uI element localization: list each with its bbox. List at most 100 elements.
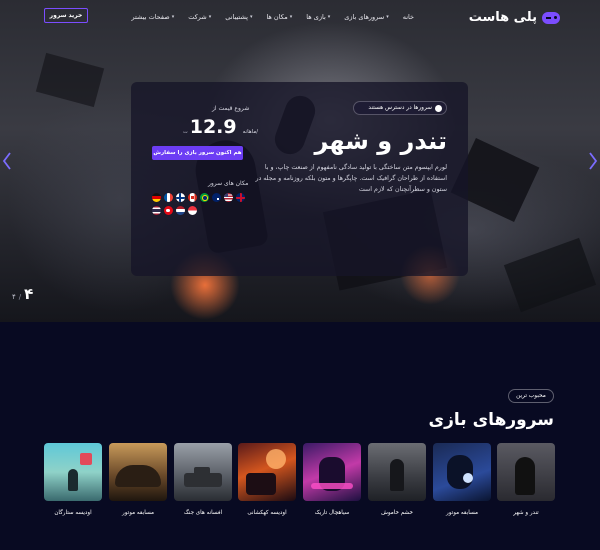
flag-brazil-icon[interactable]: [200, 193, 209, 202]
availability-pill: سرورها در دسترس هستند: [353, 101, 447, 115]
chevron-down-icon: ▾: [208, 14, 212, 20]
section-title: سرورهای بازی: [428, 410, 554, 430]
hero-title: تندر و شهر: [314, 127, 448, 155]
thumb-light: [463, 473, 473, 483]
debris-shape: [35, 52, 105, 108]
chevron-down-icon: ▾: [249, 14, 253, 20]
gamepad-icon: [542, 11, 560, 24]
debris-shape: [503, 237, 597, 313]
thumb-figure: [246, 473, 276, 495]
nav-item-label: پشتیبانی: [225, 13, 248, 21]
location-flags: [152, 193, 247, 215]
thumb-figure: [184, 473, 222, 487]
nav-item-label: خانه: [402, 13, 414, 21]
thumb-figure: [390, 459, 404, 491]
price-row: ت 12.9 ماهانه/: [183, 116, 258, 138]
game-label: سیاهچال تاریک: [314, 510, 350, 516]
game-card[interactable]: خشم خاموش: [368, 443, 426, 516]
flag-germany-icon[interactable]: [152, 193, 161, 202]
game-thumbnail: [368, 443, 426, 501]
game-thumbnail: [303, 443, 361, 501]
nav-item-locations[interactable]: مکان ها ▾: [266, 13, 292, 21]
price-currency: ت: [183, 129, 188, 135]
chevron-down-icon: ▾: [289, 14, 293, 20]
thumb-figure: [194, 467, 210, 475]
slide-counter: ۴ / ۴: [12, 285, 33, 303]
game-thumbnail: [497, 443, 555, 501]
brand-name: پلی هاست: [468, 10, 537, 25]
availability-text: سرورها در دسترس هستند: [368, 105, 432, 111]
order-server-button[interactable]: هم اکنون سرور بازی را سفارش: [152, 146, 243, 160]
flag-uk-icon[interactable]: [236, 193, 245, 202]
hero-banner: پلی هاست خانه سرورهای بازی ▾ بازی ها ▾ مکا…: [0, 0, 600, 322]
top-navbar: پلی هاست خانه سرورهای بازی ▾ بازی ها ▾ مکا…: [0, 0, 600, 36]
flag-australia-icon[interactable]: [212, 193, 221, 202]
game-card[interactable]: اودیسه کهکشانی: [238, 443, 296, 516]
game-thumbnail: [433, 443, 491, 501]
chevron-down-icon: ▾: [327, 14, 331, 20]
flag-usa-icon[interactable]: [224, 193, 233, 202]
next-slide-arrow[interactable]: [588, 151, 598, 171]
game-card[interactable]: سیاهچال تاریک: [303, 443, 361, 516]
nav-item-more-pages[interactable]: صفحات بیشتر ▾: [131, 13, 174, 21]
flag-france-icon[interactable]: [164, 193, 173, 202]
chevron-down-icon: ▾: [386, 14, 389, 20]
thumb-light: [311, 483, 353, 489]
thumb-figure: [68, 469, 78, 491]
thumb-figure: [115, 465, 161, 487]
game-label: تندر و شهر: [513, 510, 539, 516]
slide-separator: /: [18, 293, 22, 301]
thumb-light: [80, 453, 92, 465]
chevron-down-icon: ▾: [171, 14, 175, 20]
prev-slide-arrow[interactable]: [2, 151, 12, 171]
game-thumbnail: [44, 443, 102, 501]
nav-item-label: مکان ها: [266, 13, 288, 21]
game-label: افسانه های جنگ: [183, 510, 223, 516]
nav-item-home[interactable]: خانه: [403, 13, 414, 21]
slide-current: ۴: [24, 285, 34, 303]
game-label: مسابقه موتور: [122, 510, 154, 516]
games-list: تندر و شهر مسابقه موتور خشم خاموش سیاهچا…: [44, 443, 555, 523]
thumb-light: [266, 449, 286, 469]
flag-netherlands-icon[interactable]: [176, 206, 185, 215]
server-locations-label: مکان های سرور: [208, 180, 249, 187]
game-card[interactable]: افسانه های جنگ: [174, 443, 232, 516]
hero-description: لورم ایپسوم متن ساختگی با تولید سادگی نا…: [255, 164, 447, 193]
flag-finland-icon[interactable]: [176, 193, 185, 202]
game-thumbnail: [174, 443, 232, 501]
nav-item-label: بازی ها: [306, 13, 326, 21]
flag-thailand-icon[interactable]: [152, 206, 161, 215]
thumb-figure: [447, 455, 473, 489]
hero-card: سرورها در دسترس هستند تندر و شهر لورم ای…: [131, 82, 468, 276]
price-from-label: شروع قیمت از: [212, 105, 250, 112]
nav-item-label: شرکت: [188, 13, 207, 21]
thumb-figure: [515, 457, 535, 495]
game-card[interactable]: مسابقه موتور: [109, 443, 167, 516]
chevron-left-icon: [2, 152, 11, 170]
game-card[interactable]: اودیسه ستارگان: [44, 443, 102, 516]
nav-item-games[interactable]: بازی ها ▾: [306, 13, 330, 21]
game-label: اودیسه ستارگان: [54, 510, 92, 516]
slide-total: ۴: [12, 293, 16, 301]
flag-canada-icon[interactable]: [188, 193, 197, 202]
price-value: 12.9: [189, 116, 237, 138]
game-thumbnail: [109, 443, 167, 501]
chevron-right-icon: [589, 152, 598, 170]
game-label: خشم خاموش: [381, 510, 413, 516]
flag-singapore-icon[interactable]: [188, 206, 197, 215]
nav-links: خانه سرورهای بازی ▾ بازی ها ▾ مکان ها ▾ پشت…: [131, 13, 414, 21]
nav-item-support[interactable]: پشتیبانی ▾: [225, 13, 252, 21]
game-card[interactable]: مسابقه موتور: [433, 443, 491, 516]
flag-turkey-icon[interactable]: [164, 206, 173, 215]
popular-badge: محبوب ترین: [508, 389, 554, 403]
nav-item-game-servers[interactable]: سرورهای بازی ▾: [344, 13, 388, 21]
buy-server-button[interactable]: خرید سرور: [44, 8, 88, 23]
status-dot-icon: [435, 105, 442, 112]
game-label: مسابقه موتور: [446, 510, 478, 516]
nav-item-label: صفحات بیشتر: [131, 13, 170, 21]
game-label: اودیسه کهکشانی: [247, 510, 287, 516]
game-thumbnail: [238, 443, 296, 501]
game-card[interactable]: تندر و شهر: [497, 443, 555, 516]
nav-item-company[interactable]: شرکت ▾: [188, 13, 211, 21]
brand-logo[interactable]: پلی هاست: [469, 10, 560, 25]
